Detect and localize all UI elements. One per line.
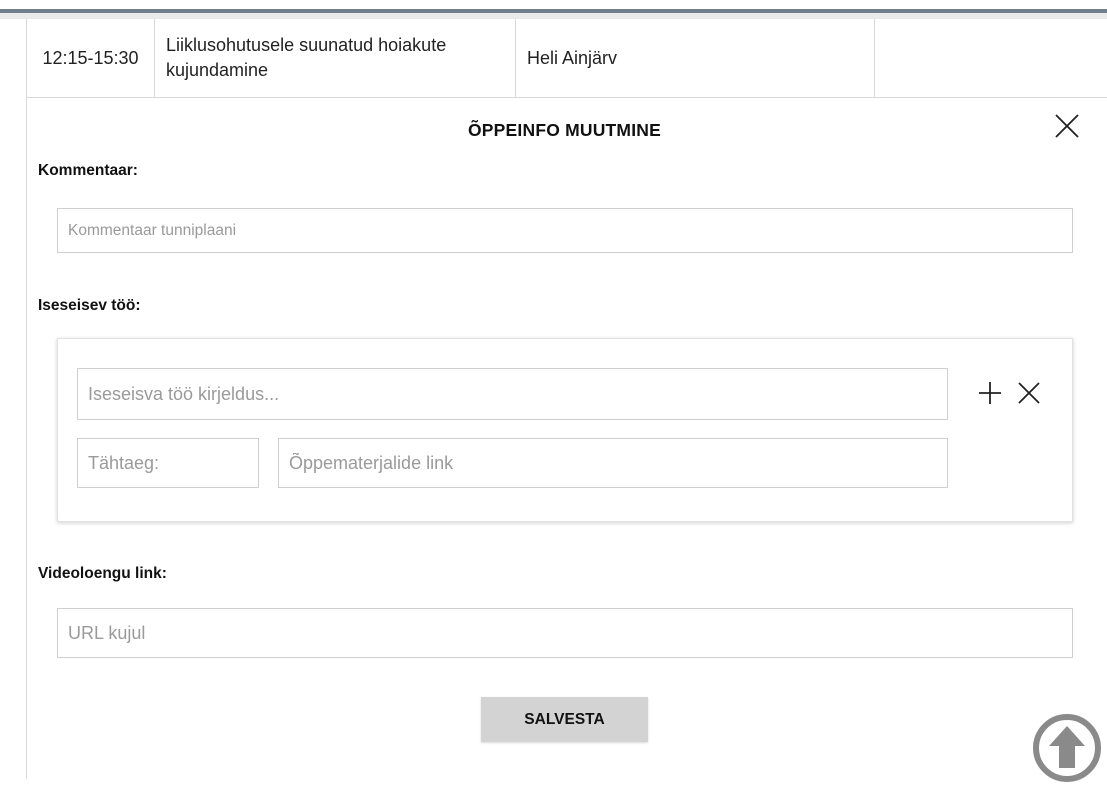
scroll-to-top-button[interactable] [1031, 712, 1103, 784]
add-work-button[interactable] [978, 381, 1002, 405]
extra-cell [875, 19, 1107, 97]
subject-cell: Liiklusohutusele suunatud hoiakute kujun… [155, 19, 516, 97]
plus-icon [979, 382, 1001, 404]
work-description-input[interactable] [77, 368, 948, 420]
independent-work-label: Iseseisev töö: [38, 297, 141, 314]
close-icon [1018, 382, 1040, 404]
comment-input[interactable] [57, 208, 1073, 253]
video-link-input[interactable] [57, 608, 1073, 658]
table-row[interactable]: 12:15-15:30 Liiklusohutusele suunatud ho… [27, 19, 1107, 98]
video-link-label: Videoloengu link: [38, 565, 167, 582]
close-button[interactable] [1054, 113, 1080, 139]
materials-link-input[interactable] [278, 438, 948, 488]
teacher-cell: Heli Ainjärv [516, 19, 875, 97]
close-icon [1055, 114, 1079, 138]
modal-title: ÕPPEINFO MUUTMINE [468, 120, 661, 140]
comment-label: Kommentaar: [38, 162, 138, 179]
independent-work-card [57, 338, 1073, 522]
schedule-panel: 12:15-15:30 Liiklusohutusele suunatud ho… [26, 19, 1107, 779]
time-cell: 12:15-15:30 [27, 19, 155, 97]
remove-work-button[interactable] [1017, 381, 1041, 405]
arrow-up-circle-icon [1033, 714, 1101, 782]
save-button[interactable]: SALVESTA [481, 697, 648, 742]
deadline-input[interactable] [77, 438, 259, 488]
